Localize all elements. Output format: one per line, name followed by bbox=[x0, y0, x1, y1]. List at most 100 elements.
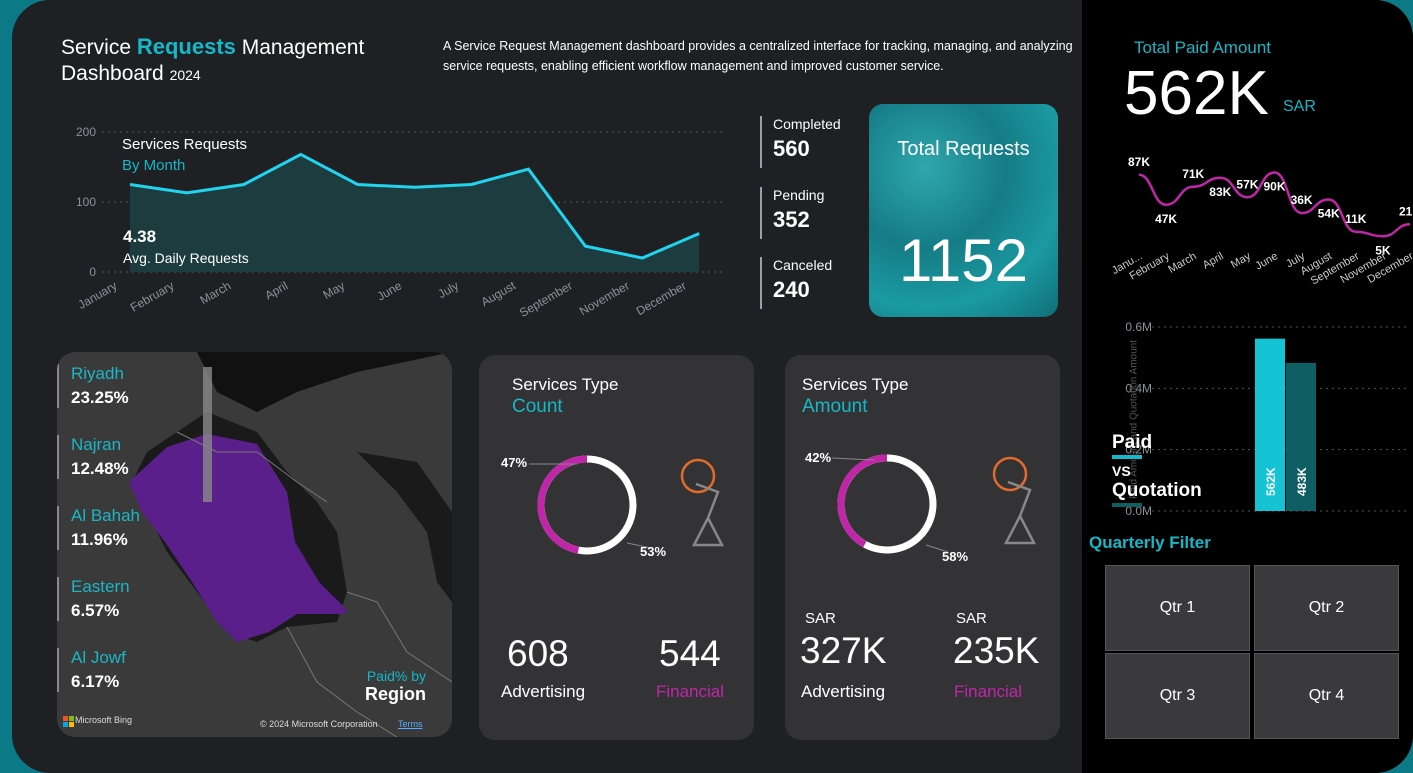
data-label: 71K bbox=[1182, 167, 1204, 181]
data-label: 36K bbox=[1291, 193, 1313, 207]
compare-title-paid: Paid bbox=[1112, 432, 1153, 453]
kpi-canceled-label: Canceled bbox=[773, 257, 833, 273]
dashboard-title: Service Requests Management Dashboard 20… bbox=[61, 34, 365, 85]
map-copyright: © 2024 Microsoft Corporation bbox=[260, 719, 378, 729]
x-tick-label: June bbox=[1253, 250, 1280, 272]
quotation-legend-swatch bbox=[1112, 503, 1142, 507]
count-card-subtitle: Count bbox=[512, 396, 563, 417]
data-label: 83K bbox=[1209, 185, 1231, 199]
x-tick-label: January bbox=[76, 278, 120, 311]
count-pct-left: 47% bbox=[501, 455, 528, 470]
paid-amount-value: 562K bbox=[1124, 59, 1269, 128]
bar-label: 483K bbox=[1295, 467, 1309, 496]
region-pct: 12.48% bbox=[71, 459, 129, 478]
qtr-1-button[interactable]: Qtr 1 bbox=[1105, 565, 1250, 651]
amount-fin-value: 235K bbox=[953, 630, 1040, 671]
x-tick-label: September bbox=[517, 278, 575, 319]
monthly-chart-subtitle: By Month bbox=[122, 157, 186, 174]
count-donut bbox=[529, 455, 725, 555]
x-tick-label: August bbox=[479, 278, 519, 309]
quarterly-filter-title: Quarterly Filter bbox=[1089, 533, 1211, 552]
amount-adv-value: 327K bbox=[800, 630, 887, 671]
count-fin-value: 544 bbox=[659, 633, 721, 674]
x-tick-label: June bbox=[375, 278, 405, 303]
x-tick-label: July bbox=[436, 278, 461, 301]
count-card-title: Services Type bbox=[512, 375, 619, 394]
region-name: Al Bahah bbox=[71, 506, 140, 525]
qtr-2-button[interactable]: Qtr 2 bbox=[1254, 565, 1399, 651]
region-map[interactable]: Riyadh 23.25% Najran 12.48% Al Bahah 11.… bbox=[57, 352, 452, 737]
data-label: 90K bbox=[1263, 180, 1285, 194]
amount-fin-label: Financial bbox=[954, 682, 1023, 701]
count-adv-label: Advertising bbox=[501, 682, 586, 701]
x-tick-label: March bbox=[197, 278, 233, 307]
y-tick-label: 200 bbox=[76, 125, 96, 139]
decor-figure-icon bbox=[992, 456, 1037, 545]
map-scrollbar bbox=[203, 367, 212, 502]
kpi-pending-label: Pending bbox=[773, 187, 825, 203]
kpi-completed: Completed 560 bbox=[760, 116, 841, 168]
x-tick-label: April bbox=[262, 278, 290, 302]
x-tick-label: November bbox=[577, 278, 632, 318]
x-tick-label: May bbox=[321, 278, 348, 301]
data-label: 57K bbox=[1236, 177, 1258, 191]
amount-donut bbox=[831, 454, 1037, 554]
kpi-canceled-value: 240 bbox=[773, 277, 810, 302]
qtr-3-button[interactable]: Qtr 3 bbox=[1105, 653, 1250, 739]
terms-link[interactable]: Terms bbox=[398, 719, 423, 729]
amount-card-title: Services Type bbox=[802, 375, 909, 394]
x-tick-label: February bbox=[128, 278, 177, 314]
region-name: Al Jowf bbox=[71, 648, 126, 667]
kpi-canceled: Canceled 240 bbox=[760, 257, 832, 309]
map-caption-line2: Region bbox=[365, 684, 426, 704]
compare-title-vs: VS bbox=[1112, 463, 1131, 479]
avg-daily-value: 4.38 bbox=[123, 227, 157, 246]
monthly-chart-title: Services Requests bbox=[122, 136, 248, 153]
count-adv-value: 608 bbox=[507, 633, 569, 674]
compare-title-quotation: Quotation bbox=[1112, 480, 1202, 501]
y-tick-label: 100 bbox=[76, 195, 96, 209]
map-caption: Paid% by Region bbox=[365, 668, 426, 705]
region-pct: 6.17% bbox=[71, 672, 120, 691]
region-item-al-jowf: Al Jowf 6.17% bbox=[57, 648, 201, 692]
kpi-completed-label: Completed bbox=[773, 116, 841, 132]
services-count-card: Services Type Count 47% 53% 608 Advertis… bbox=[479, 355, 754, 740]
data-label: 11K bbox=[1345, 212, 1367, 226]
amount-card-subtitle: Amount bbox=[802, 396, 868, 417]
donut-slice-financial bbox=[537, 455, 588, 554]
total-requests-value: 1152 bbox=[898, 227, 1029, 294]
amount-pct-left: 42% bbox=[805, 450, 832, 465]
region-item-al-bahah: Al Bahah 11.96% bbox=[57, 506, 201, 550]
region-pct: 23.25% bbox=[71, 388, 129, 407]
region-item-najran: Najran 12.48% bbox=[57, 435, 201, 479]
region-name: Eastern bbox=[71, 577, 130, 596]
region-item-riyadh: Riyadh 23.25% bbox=[57, 364, 201, 408]
y-tick-label: 0 bbox=[89, 265, 96, 279]
dashboard-description: A Service Request Management dashboard p… bbox=[443, 39, 1073, 73]
region-pct: 6.57% bbox=[71, 601, 120, 620]
total-requests-tile: Total Requests 1152 bbox=[869, 104, 1058, 317]
x-tick-label: March bbox=[1166, 250, 1198, 276]
x-tick-label: April bbox=[1201, 250, 1226, 271]
paid-legend-swatch bbox=[1112, 455, 1142, 459]
bing-logo-text: Microsoft Bing bbox=[75, 715, 133, 725]
services-amount-card: Services Type Amount 42% 58% SAR 327K Ad… bbox=[785, 355, 1060, 740]
kpi-pending-value: 352 bbox=[773, 207, 810, 232]
amount-adv-label: Advertising bbox=[801, 682, 886, 701]
data-label: 21K bbox=[1399, 204, 1413, 218]
data-label: 54K bbox=[1318, 207, 1340, 221]
map-caption-line1: Paid% by bbox=[366, 668, 426, 684]
paid-trend-chart: 87K47K71K83K57K90K36K54K11K5K21K Janu...… bbox=[1110, 155, 1413, 288]
x-tick-label: December bbox=[634, 278, 689, 318]
decor-figure-icon bbox=[680, 458, 725, 547]
paid-amount-label: Total Paid Amount bbox=[1134, 38, 1272, 57]
region-item-eastern: Eastern 6.57% bbox=[57, 577, 201, 621]
kpi-completed-value: 560 bbox=[773, 136, 810, 161]
dashboard-frame: Service Requests Management Dashboard 20… bbox=[12, 0, 1413, 773]
data-label: 47K bbox=[1155, 212, 1177, 226]
kpi-pending: Pending 352 bbox=[760, 187, 824, 239]
region-pct: 11.96% bbox=[71, 530, 128, 549]
donut-slice-financial bbox=[837, 454, 888, 548]
qtr-4-button[interactable]: Qtr 4 bbox=[1254, 653, 1399, 739]
bar-label: 562K bbox=[1264, 467, 1278, 496]
